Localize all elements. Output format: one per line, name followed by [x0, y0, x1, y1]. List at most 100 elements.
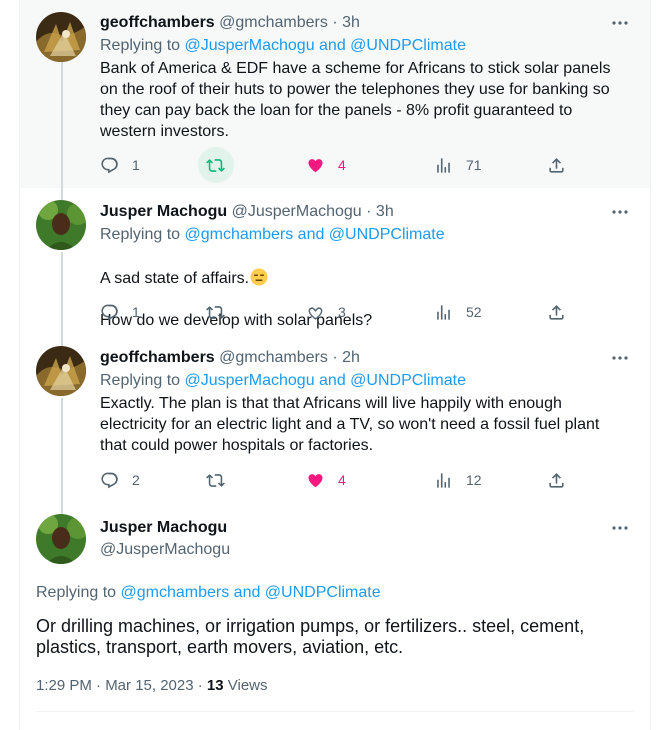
- thread-line: [61, 336, 63, 346]
- author-name[interactable]: geoffchambers: [100, 14, 215, 31]
- retweet-icon: [206, 473, 225, 487]
- tweet-header: geoffchambers @gmchambers · 2h: [100, 349, 360, 367]
- like-icon: [308, 473, 323, 487]
- like-icon: [308, 306, 323, 320]
- author-handle-row: @JusperMachogu: [100, 541, 230, 559]
- author-handle[interactable]: @gmchambers: [219, 349, 328, 366]
- thread-line: [61, 62, 63, 188]
- replying-to-links[interactable]: @gmchambers and @UNDPClimate: [121, 584, 381, 601]
- tweet-header: Jusper Machogu @JusperMachogu · 3h: [100, 203, 394, 221]
- author-handle[interactable]: @gmchambers: [219, 14, 328, 31]
- reply-icon: [101, 472, 118, 488]
- retweet-button[interactable]: [206, 463, 225, 497]
- conversation-column: geoffchambers @gmchambers · 3h Replying …: [19, 0, 651, 730]
- author-handle[interactable]: @JusperMachogu: [100, 541, 230, 558]
- replying-to-links[interactable]: @JusperMachogu and @UNDPClimate: [185, 372, 466, 389]
- author-name[interactable]: Jusper Machogu: [100, 203, 227, 220]
- like-icon: [308, 158, 323, 172]
- more-icon[interactable]: [610, 519, 630, 539]
- views-icon: [437, 472, 450, 488]
- separator-dot: ·: [332, 14, 338, 31]
- views-count: 12: [466, 472, 482, 488]
- share-icon: [549, 304, 564, 320]
- replying-to-links[interactable]: @gmchambers and @UNDPClimate: [185, 226, 445, 243]
- like-count: 4: [338, 472, 346, 488]
- replying-prefix: Replying to: [100, 372, 181, 389]
- replying-to: Replying to @gmchambers and @UNDPClimate: [100, 226, 445, 244]
- avatar-geoffchambers[interactable]: [36, 346, 86, 396]
- tweet-actions: 2 4 12: [100, 463, 564, 497]
- share-icon: [549, 472, 564, 488]
- like-button[interactable]: 4: [306, 148, 346, 182]
- retweet-icon: [206, 305, 225, 319]
- replying-prefix: Replying to: [100, 226, 181, 243]
- tweet-actions: 1 4 71: [100, 147, 564, 183]
- like-button[interactable]: 3: [306, 295, 346, 329]
- share-button[interactable]: [547, 295, 566, 329]
- views-button[interactable]: 71: [434, 148, 482, 182]
- views-icon: [437, 304, 450, 320]
- expressionless-emoji: [250, 268, 268, 286]
- tweet-header: geoffchambers @gmchambers · 3h: [100, 14, 360, 32]
- thread-line: [61, 398, 63, 504]
- reply-icon: [101, 304, 118, 320]
- divider: [36, 711, 634, 712]
- separator-dot: ·: [332, 349, 338, 366]
- views-count[interactable]: 13: [207, 677, 224, 694]
- retweet-button[interactable]: [206, 148, 225, 182]
- thread-line: [61, 188, 63, 200]
- avatar-jusper-machogu[interactable]: [36, 514, 86, 564]
- reply-icon: [101, 157, 118, 173]
- retweet-button[interactable]: [206, 295, 225, 329]
- more-icon[interactable]: [610, 203, 630, 223]
- avatar-geoffchambers[interactable]: [36, 12, 86, 62]
- reply-button[interactable]: 1: [100, 148, 140, 182]
- avatar-jusper-machogu[interactable]: [36, 200, 86, 250]
- views-icon: [437, 157, 450, 173]
- more-icon[interactable]: [610, 14, 630, 34]
- author-name[interactable]: geoffchambers: [100, 349, 215, 366]
- share-icon: [549, 157, 564, 173]
- reply-count: 1: [132, 304, 140, 320]
- main-tweet: Jusper Machogu @JusperMachogu Replying t…: [20, 504, 650, 730]
- tweet-2[interactable]: Jusper Machogu @JusperMachogu · 3h Reply…: [20, 188, 650, 336]
- replying-to: Replying to @JusperMachogu and @UNDPClim…: [100, 37, 466, 55]
- like-count: 4: [338, 157, 346, 173]
- share-button[interactable]: [547, 463, 566, 497]
- thread-line: [61, 504, 63, 514]
- views-button[interactable]: 12: [434, 463, 482, 497]
- tweet-text: Bank of America & EDF have a scheme for …: [100, 60, 611, 140]
- like-count: 3: [338, 304, 346, 320]
- tweet-text: Exactly. The plan is that that Africans …: [100, 395, 600, 454]
- tweet-time[interactable]: 3h: [342, 14, 360, 31]
- thread-line: [61, 252, 63, 336]
- views-count: 52: [466, 304, 482, 320]
- views-count: 71: [466, 157, 482, 173]
- tweet-1[interactable]: geoffchambers @gmchambers · 3h Replying …: [20, 0, 650, 188]
- replying-to: Replying to @JusperMachogu and @UNDPClim…: [100, 372, 466, 390]
- tweet-header: Jusper Machogu: [100, 519, 227, 537]
- author-name[interactable]: Jusper Machogu: [100, 519, 227, 536]
- share-button[interactable]: [547, 148, 566, 182]
- reply-count: 1: [132, 157, 140, 173]
- reply-count: 2: [132, 472, 140, 488]
- separator-dot: ·: [366, 203, 372, 220]
- tweet-3[interactable]: geoffchambers @gmchambers · 2h Replying …: [20, 336, 650, 504]
- retweet-icon: [206, 158, 225, 172]
- replying-prefix: Replying to: [36, 584, 117, 601]
- tweet-time[interactable]: 2h: [342, 349, 360, 366]
- tweet-actions: 1 3 52: [100, 295, 564, 329]
- author-handle[interactable]: @JusperMachogu: [232, 203, 362, 220]
- reply-button[interactable]: 1: [100, 295, 140, 329]
- tweet-time[interactable]: 3h: [376, 203, 394, 220]
- timestamp[interactable]: 1:29 PM · Mar 15, 2023 ·: [36, 677, 207, 694]
- replying-to-links[interactable]: @JusperMachogu and @UNDPClimate: [185, 37, 466, 54]
- like-button[interactable]: 4: [306, 463, 346, 497]
- more-icon[interactable]: [610, 349, 630, 369]
- tweet-metadata: 1:29 PM · Mar 15, 2023 · 13 Views: [36, 677, 268, 694]
- main-tweet-text: Or drilling machines, or irrigation pump…: [36, 616, 585, 657]
- views-button[interactable]: 52: [434, 295, 482, 329]
- replying-to: Replying to @gmchambers and @UNDPClimate: [36, 584, 381, 602]
- views-label: Views: [223, 677, 268, 694]
- reply-button[interactable]: 2: [100, 463, 140, 497]
